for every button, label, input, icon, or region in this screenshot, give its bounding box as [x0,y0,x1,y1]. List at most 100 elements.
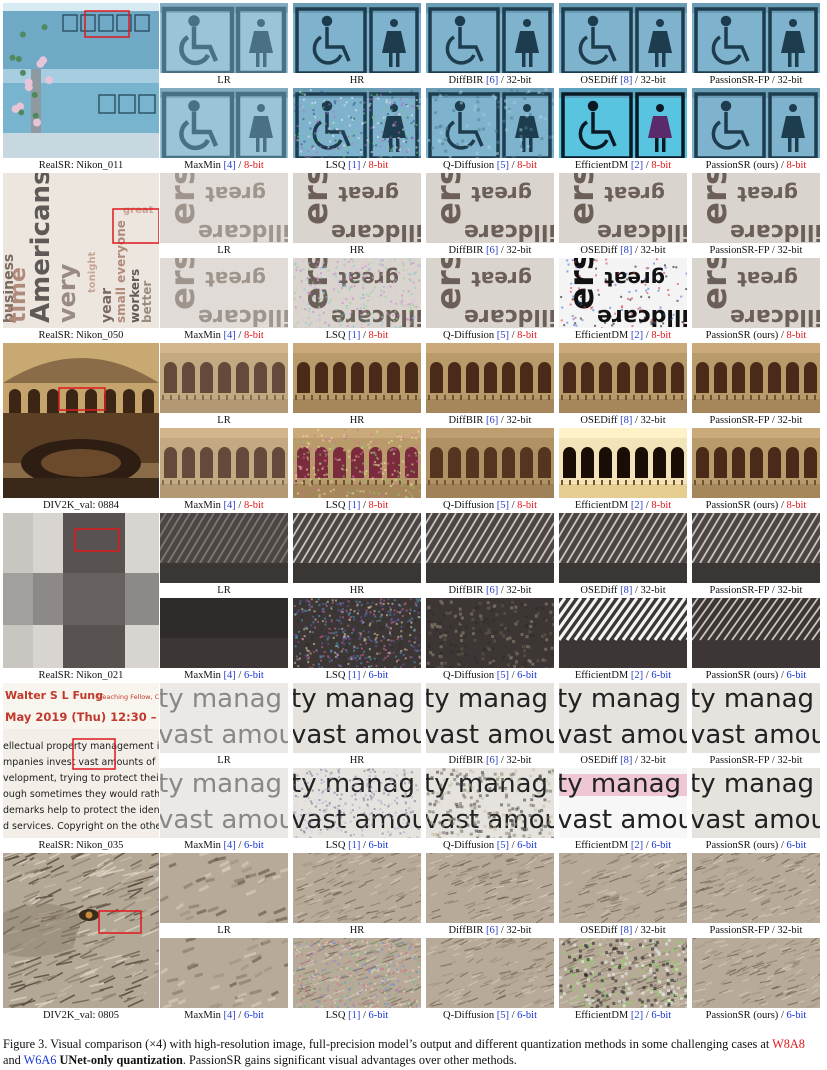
caption-text: Visual comparison (×4) with high-resolut… [47,1037,773,1051]
crop-tile [426,598,554,668]
citation-link[interactable]: [1] [348,1010,360,1021]
citation-link[interactable]: [4] [224,500,236,511]
bit-width: 6-bit [243,1010,264,1021]
crop-render: ers greatilldcare [293,258,421,328]
citation-link[interactable]: [2] [631,160,643,171]
tile-caption: LSQ [1] / 6-bit [293,669,421,683]
svg-text:ty manag: ty manag [692,684,814,714]
method-name: Q-Diffusion [442,500,497,511]
citation-link[interactable]: [1] [348,160,360,171]
citation-link[interactable]: [1] [348,500,360,511]
svg-text:d services. Copyright on the o: d services. Copyright on the other l [3,821,159,832]
citation-link[interactable]: [5] [497,670,509,681]
crop-tile [692,428,820,498]
crop-tile [692,3,820,73]
crop-render: ers greatilldcare [160,258,288,328]
crop-render: ers greatilldcare [160,173,288,243]
svg-text:great: great [471,182,532,206]
svg-text:illdcare: illdcare [331,304,421,328]
citation-link[interactable]: [2] [631,670,643,681]
citation-link[interactable]: [5] [497,1010,509,1021]
citation-link[interactable]: [5] [497,500,509,511]
citation-link[interactable]: [5] [497,160,509,171]
crop-render [426,88,554,158]
separator: / [509,840,518,851]
citation-link[interactable]: [8] [620,585,632,596]
bit-width: 6-bit [651,840,672,851]
crop-render: ty managvast amou [426,683,554,753]
citation-link[interactable]: [6] [486,75,498,86]
crop-render: ers greatilldcare [559,258,687,328]
bit-width: 6-bit [517,1010,538,1021]
svg-text:ty manag: ty manag [293,684,415,714]
svg-text:small everyone: small everyone [114,220,128,323]
method-name: EfficientDM [574,670,631,681]
citation-link[interactable]: [6] [486,755,498,766]
citation-link[interactable]: [2] [631,330,643,341]
citation-link[interactable]: [4] [224,330,236,341]
svg-text:great: great [737,267,798,291]
citation-link[interactable]: [6] [486,585,498,596]
tile-caption: LR [160,244,288,258]
crop-tile [559,343,687,413]
citation-link[interactable]: [1] [348,670,360,681]
crop-render: ers greatilldcare [426,258,554,328]
separator: / [360,670,369,681]
citation-link[interactable]: [2] [631,840,643,851]
citation-link[interactable]: [4] [224,670,236,681]
tile-caption: PassionSR (ours) / 8-bit [692,329,820,343]
caption-w8a8: W8A8 [772,1037,805,1051]
citation-link[interactable]: [8] [620,755,632,766]
crop-render [426,513,554,583]
crop-tile [692,513,820,583]
citation-link[interactable]: [5] [497,840,509,851]
citation-link[interactable]: [6] [486,245,498,256]
full-image: business time Americans very tonight year smal… [3,173,159,328]
bit-width: 6-bit [243,840,264,851]
crop-tile [160,938,288,1008]
citation-link[interactable]: [1] [348,330,360,341]
method-name: HR [349,585,365,596]
crop-tile [559,88,687,158]
citation-link[interactable]: [8] [620,415,632,426]
crop-render [692,343,820,413]
citation-link[interactable]: [4] [224,160,236,171]
method-name: DiffBIR [448,925,486,936]
crop-render: ty managvast amou [426,768,554,838]
svg-text:vast amou: vast amou [293,720,421,750]
caption-and: and [3,1053,24,1067]
crop-render [692,3,820,73]
citation-link[interactable]: [8] [620,925,632,936]
citation-link[interactable]: [4] [224,1010,236,1021]
tile-caption: PassionSR-FP / 32-bit [692,924,820,938]
svg-text:demarks help to protect the id: demarks help to protect the identi [3,805,159,816]
svg-text:ough sometimes they would rath: ough sometimes they would rather [3,789,159,800]
method-name: HR [349,415,365,426]
svg-text:(Teaching Fellow, COM: (Teaching Fellow, COM [97,693,159,701]
citation-link[interactable]: [1] [348,840,360,851]
svg-text:great: great [737,182,798,206]
method-name: LR [217,585,231,596]
citation-link[interactable]: [2] [631,1010,643,1021]
citation-link[interactable]: [6] [486,415,498,426]
citation-link[interactable]: [4] [224,840,236,851]
crop-tile: ers great illdcare [293,173,421,243]
citation-link[interactable]: [8] [620,245,632,256]
tile-caption: MaxMin [4] / 8-bit [160,329,288,343]
crop-render: ty manag vast amou [293,683,421,753]
bit-width: 32-bit [640,245,666,256]
svg-text:ers: ers [429,258,469,310]
crop-render: ty managvast amou [692,683,820,753]
method-name: LR [217,415,231,426]
citation-link[interactable]: [2] [631,500,643,511]
crop-tile [293,88,421,158]
separator: / [632,245,641,256]
svg-text:ellectual property management: ellectual property management is [3,741,159,752]
citation-link[interactable]: [6] [486,925,498,936]
tile-caption: LR [160,74,288,88]
citation-link[interactable]: [8] [620,75,632,86]
citation-link[interactable]: [5] [497,330,509,341]
method-name: DiffBIR [448,755,486,766]
method-name: OSEDiff [580,415,621,426]
tile-caption: DiffBIR [6] / 32-bit [426,244,554,258]
